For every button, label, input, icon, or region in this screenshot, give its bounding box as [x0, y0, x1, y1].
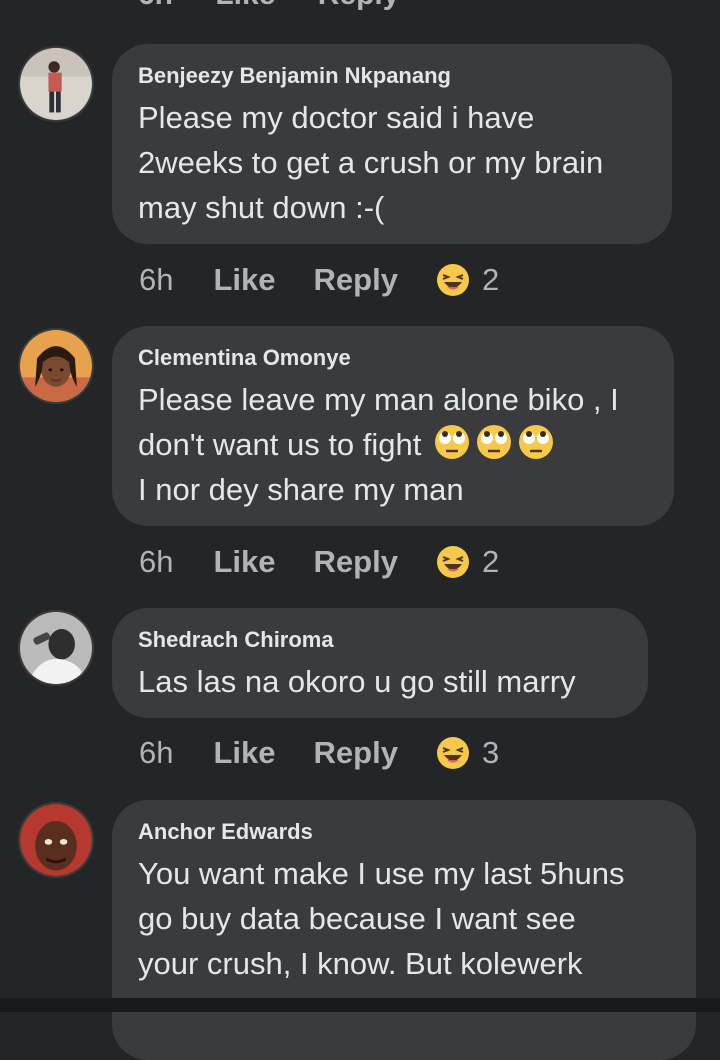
reply-button[interactable]: Reply — [314, 544, 398, 580]
comment-actions: 6h Like Reply 2 — [139, 542, 499, 582]
avatar-image — [20, 612, 92, 684]
eye-roll-emoji-icon — [477, 425, 512, 459]
comment-text: Please my doctor said i have 2weeks to g… — [138, 95, 646, 230]
comment-line: don't want us to fight — [138, 422, 648, 467]
avatar-image — [20, 330, 92, 402]
comment-line: You want make I use my last 5huns — [138, 856, 625, 891]
comment-author[interactable]: Anchor Edwards — [138, 819, 670, 845]
reaction-count: 3 — [481, 735, 500, 770]
comment-bubble[interactable]: Clementina Omonye Please leave my man al… — [112, 326, 674, 526]
comment-line: your crush, I know. But kolewerk — [138, 946, 583, 981]
comment-line: 2weeks to get a crush or my brain — [138, 145, 604, 180]
comment-line: Las las na okoro u go still marry — [138, 664, 576, 699]
comment-line: go buy data because I want see — [138, 901, 576, 936]
comment-time: 6h — [139, 544, 174, 579]
comment-text: You want make I use my last 5huns go buy… — [138, 851, 670, 986]
comment-line-text: don't want us to fight — [138, 427, 422, 462]
comment-line: may shut down :-( — [138, 190, 385, 225]
reply-button[interactable]: Reply — [318, 0, 400, 11]
like-button[interactable]: Like — [215, 0, 275, 11]
comment-bubble[interactable]: Benjeezy Benjamin Nkpanang Please my doc… — [112, 44, 672, 244]
comment-time: 6h — [139, 735, 174, 770]
comment-bubble[interactable]: Anchor Edwards You want make I use my la… — [112, 800, 696, 1060]
eye-roll-emoji-icon — [519, 425, 554, 459]
avatar-image — [20, 48, 92, 120]
comment-text: Please leave my man alone biko , I don't… — [138, 377, 648, 512]
laughing-emoji-icon — [436, 264, 469, 296]
reaction-summary[interactable]: 2 — [436, 544, 499, 580]
comment-line: Please leave my man alone biko , I — [138, 382, 619, 417]
avatar[interactable] — [18, 610, 94, 686]
comment-time: 6h — [138, 0, 173, 11]
reply-button[interactable]: Reply — [314, 735, 398, 771]
like-button[interactable]: Like — [213, 735, 275, 771]
bottom-divider — [0, 998, 720, 1012]
avatar-image — [20, 804, 92, 876]
laughing-emoji-icon — [436, 546, 469, 578]
reaction-count: 2 — [481, 544, 500, 579]
comment-time: 6h — [139, 262, 174, 297]
comment-actions: 6h Like Reply 2 — [139, 260, 499, 300]
reply-button[interactable]: Reply — [314, 262, 398, 298]
like-button[interactable]: Like — [213, 262, 275, 298]
like-button[interactable]: Like — [213, 544, 275, 580]
comment-author[interactable]: Shedrach Chiroma — [138, 627, 622, 653]
previous-comment-actions: 6h Like Reply — [138, 0, 433, 12]
comment-bubble[interactable]: Shedrach Chiroma Las las na okoro u go s… — [112, 608, 648, 718]
comment-line: I nor dey share my man — [138, 472, 464, 507]
reaction-summary[interactable]: 3 — [436, 735, 499, 771]
comment-author[interactable]: Benjeezy Benjamin Nkpanang — [138, 63, 646, 89]
eye-roll-emoji-icon — [435, 425, 470, 459]
laughing-emoji-icon — [436, 737, 469, 769]
avatar[interactable] — [18, 46, 94, 122]
comment-text: Las las na okoro u go still marry — [138, 659, 622, 704]
comment-author[interactable]: Clementina Omonye — [138, 345, 648, 371]
reaction-count: 2 — [481, 262, 500, 297]
comment-line: Please my doctor said i have — [138, 100, 535, 135]
avatar[interactable] — [18, 328, 94, 404]
avatar[interactable] — [18, 802, 94, 878]
comment-actions: 6h Like Reply 3 — [139, 733, 499, 773]
reaction-summary[interactable]: 2 — [436, 262, 499, 298]
